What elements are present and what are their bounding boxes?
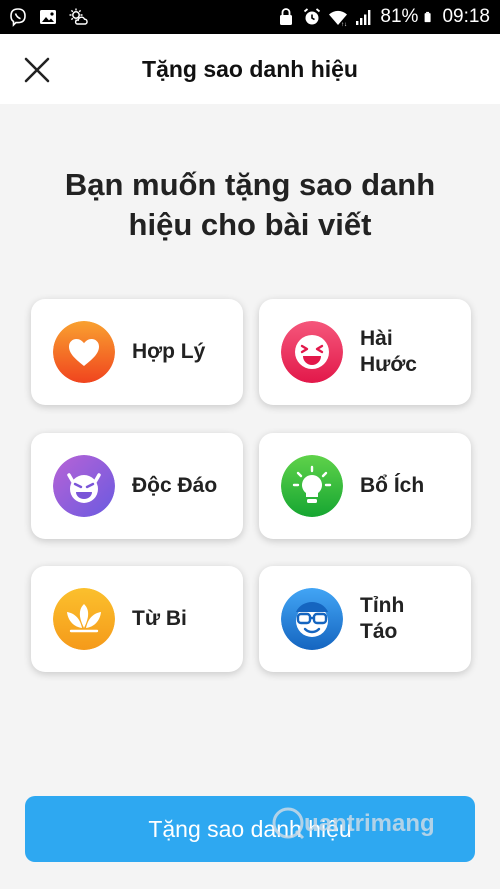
lock-icon	[280, 8, 293, 25]
laughing-face-icon	[281, 321, 343, 383]
option-tu-bi[interactable]: Từ Bi	[31, 566, 243, 672]
option-label-line-2: Táo	[360, 620, 398, 643]
heart-icon	[53, 321, 115, 383]
viber-icon	[10, 8, 26, 27]
battery-percent: 81%	[380, 6, 419, 27]
alarm-icon	[304, 8, 321, 25]
status-bar: ↑↓ 81% 09:18	[0, 0, 500, 34]
option-label-line-1: Từ Bi	[132, 607, 187, 630]
submit-button[interactable]: Tặng sao danh hiệu	[25, 796, 475, 862]
signal-icon	[356, 10, 371, 25]
option-label-line-1: Độc Đáo	[132, 474, 218, 497]
option-label: Hợp Lý	[132, 339, 232, 365]
status-left-icons	[8, 7, 88, 27]
option-label: Hài Hước	[360, 326, 460, 378]
lightbulb-icon	[281, 455, 343, 517]
question-heading: Bạn muốn tặng sao danh hiệu cho bài viết	[30, 165, 470, 245]
option-label-line-1: Bổ Ích	[360, 474, 425, 497]
lotus-icon	[53, 588, 115, 650]
option-bo-ich[interactable]: Bổ Ích	[259, 433, 471, 539]
question-line-1: Bạn muốn tặng sao danh	[64, 167, 436, 202]
option-doc-dao[interactable]: Độc Đáo	[31, 433, 243, 539]
option-label-line-1: Hợp Lý	[132, 340, 206, 363]
battery-icon	[425, 11, 432, 23]
status-right-icons: ↑↓ 81% 09:18	[276, 6, 490, 28]
gallery-icon	[40, 10, 56, 24]
option-tinh-tao[interactable]: Tỉnh Táo	[259, 566, 471, 672]
option-label: Độc Đáo	[132, 473, 232, 499]
option-label: Bổ Ích	[360, 473, 460, 499]
option-label-line-1: Hài	[360, 327, 393, 350]
question-line-2: hiệu cho bài viết	[128, 207, 372, 242]
option-label: Từ Bi	[132, 606, 232, 632]
page-title: Tặng sao danh hiệu	[142, 56, 358, 82]
svg-text:↑↓: ↑↓	[341, 22, 347, 27]
weather-icon	[69, 8, 88, 25]
option-label-line-1: Tỉnh	[360, 594, 405, 617]
devil-face-icon	[53, 455, 115, 517]
option-label-line-2: Hước	[360, 353, 417, 376]
clock: 09:18	[442, 6, 490, 27]
app-bar: Tặng sao danh hiệu	[0, 34, 500, 104]
option-hai-huoc[interactable]: Hài Hước	[259, 299, 471, 405]
option-label: Tỉnh Táo	[360, 593, 460, 645]
glasses-face-icon	[281, 588, 343, 650]
option-hop-ly[interactable]: Hợp Lý	[31, 299, 243, 405]
wifi-icon: ↑↓	[329, 10, 348, 27]
